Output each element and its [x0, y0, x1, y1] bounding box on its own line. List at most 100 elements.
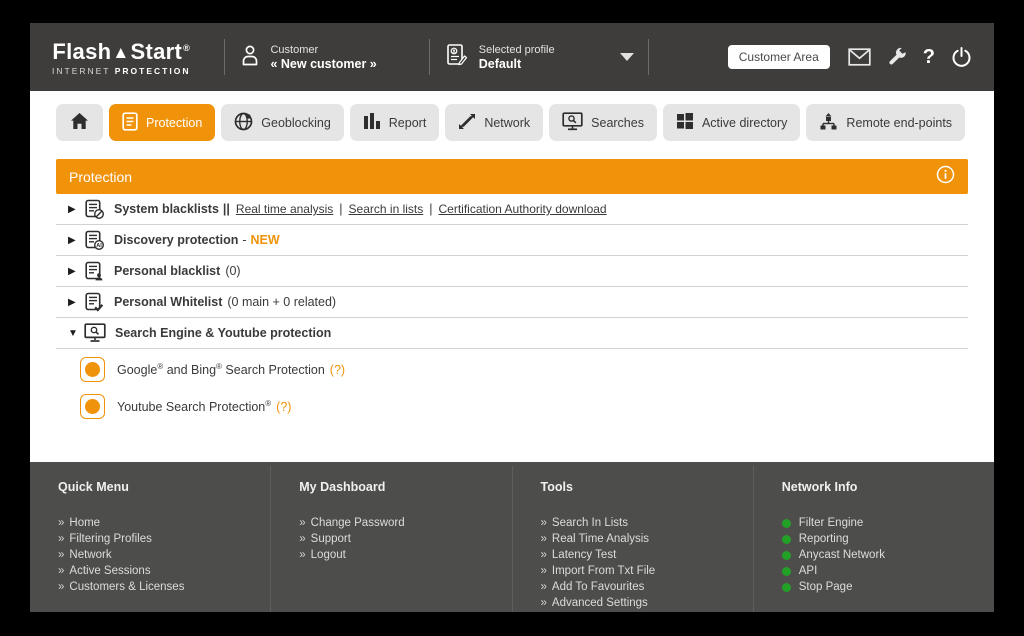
child-label: Youtube Search Protection®(?)	[117, 399, 291, 414]
brand-mark-icon: ▲	[112, 43, 129, 63]
panel-title: Protection	[69, 169, 132, 185]
expand-arrow-icon[interactable]: ▶	[68, 266, 82, 277]
footer-link-active-sessions[interactable]: »Active Sessions	[58, 563, 260, 579]
status-anycast-network: Anycast Network	[782, 547, 984, 563]
footer-my-dashboard: My Dashboard »Change Password »Support »…	[270, 466, 511, 612]
footer-link-customers-licenses[interactable]: »Customers & Licenses	[58, 579, 260, 595]
link-search-in-lists[interactable]: Search in lists	[349, 202, 424, 216]
tab-searches[interactable]: Searches	[549, 104, 657, 141]
status-reporting: Reporting	[782, 531, 984, 547]
footer-link-change-password[interactable]: »Change Password	[299, 515, 501, 531]
wrench-icon[interactable]	[887, 47, 907, 67]
status-ok-icon	[782, 583, 791, 592]
help-icon[interactable]: ?	[923, 47, 935, 67]
person-icon	[239, 43, 261, 72]
topbar: Flash▲Start® INTERNET PROTECTION Custome…	[30, 23, 994, 91]
customer-label: Customer	[270, 43, 376, 57]
footer-link-real-time-analysis[interactable]: »Real Time Analysis	[541, 531, 743, 547]
status-filter-engine: Filter Engine	[782, 515, 984, 531]
info-icon[interactable]	[936, 165, 955, 189]
blacklist-doc-icon	[84, 199, 105, 220]
status-ok-icon	[782, 535, 791, 544]
brand-left: Flash	[52, 39, 111, 65]
child-youtube-protection: Youtube Search Protection®(?)	[56, 390, 968, 423]
link-certification-authority-download[interactable]: Certification Authority download	[439, 202, 607, 216]
footer-column-title: My Dashboard	[299, 480, 501, 494]
tab-report[interactable]: Report	[350, 104, 440, 141]
footer-column-title: Quick Menu	[58, 480, 260, 494]
child-google-bing-protection: Google® and Bing® Search Protection(?)	[56, 353, 968, 386]
tab-label: Network	[484, 116, 530, 130]
svg-text:AI: AI	[96, 243, 102, 249]
row-discovery-protection: ▶ AI Discovery protection - NEW	[56, 225, 968, 256]
row-count: (0)	[225, 264, 240, 278]
expand-arrow-icon[interactable]: ▶	[68, 297, 82, 308]
customer-value[interactable]: « New customer »	[270, 57, 376, 72]
row-title: Discovery protection	[114, 233, 238, 247]
toggle-youtube[interactable]	[80, 394, 105, 419]
footer-link-network[interactable]: »Network	[58, 547, 260, 563]
row-title: System blacklists	[114, 202, 219, 216]
tab-label: Remote end-points	[846, 116, 952, 130]
personal-blacklist-doc-icon	[84, 261, 105, 282]
brand-logo: Flash▲Start® INTERNET PROTECTION	[52, 39, 190, 76]
footer-link-filtering-profiles[interactable]: »Filtering Profiles	[58, 531, 260, 547]
status-ok-icon	[782, 551, 791, 560]
footer-column-title: Tools	[541, 480, 743, 494]
footer: Quick Menu »Home »Filtering Profiles »Ne…	[30, 462, 994, 612]
row-system-blacklists: ▶ System blacklists || Real time analysi…	[56, 194, 968, 225]
app-window: Flash▲Start® INTERNET PROTECTION Custome…	[30, 23, 994, 612]
brand-tagline: INTERNET PROTECTION	[52, 66, 190, 76]
expand-arrow-icon[interactable]: ▶	[68, 204, 82, 215]
footer-link-import-from-txt[interactable]: »Import From Txt File	[541, 563, 743, 579]
expand-arrow-icon[interactable]: ▶	[68, 235, 82, 246]
child-label: Google® and Bing® Search Protection(?)	[117, 362, 345, 377]
row-count: (0 main + 0 related)	[227, 295, 336, 309]
footer-link-home[interactable]: »Home	[58, 515, 260, 531]
footer-quick-menu: Quick Menu »Home »Filtering Profiles »Ne…	[30, 466, 270, 612]
footer-link-advanced-settings[interactable]: »Advanced Settings	[541, 595, 743, 611]
divider	[429, 39, 430, 75]
discovery-doc-icon: AI	[84, 230, 105, 251]
brand-name: Flash▲Start®	[52, 39, 190, 65]
globe-icon	[234, 112, 253, 134]
whitelist-doc-icon	[84, 292, 105, 313]
collapse-arrow-icon[interactable]: ▼	[68, 328, 82, 339]
customer-area-button[interactable]: Customer Area	[728, 45, 830, 69]
bar-chart-icon	[363, 112, 381, 133]
tab-active-directory[interactable]: Active directory	[663, 104, 800, 141]
selected-profile-block[interactable]: Selected profile Default	[444, 42, 634, 73]
footer-tools: Tools »Search In Lists »Real Time Analys…	[512, 466, 753, 612]
status-ok-icon	[782, 567, 791, 576]
toggle-google-bing[interactable]	[80, 357, 105, 382]
footer-link-latency-test[interactable]: »Latency Test	[541, 547, 743, 563]
help-link[interactable]: (?)	[330, 363, 345, 377]
status-stop-page: Stop Page	[782, 579, 984, 595]
toggle-dot	[85, 362, 100, 377]
tab-network[interactable]: Network	[445, 104, 543, 141]
chevron-down-icon[interactable]	[620, 53, 634, 61]
tab-label: Searches	[591, 116, 644, 130]
divider	[648, 39, 649, 75]
selected-profile-label: Selected profile	[479, 43, 555, 57]
row-title: Personal blacklist	[114, 264, 220, 278]
footer-link-support[interactable]: »Support	[299, 531, 501, 547]
brand-registered-mark: ®	[183, 43, 190, 53]
tab-protection[interactable]: Protection	[109, 104, 215, 141]
help-link[interactable]: (?)	[276, 400, 291, 414]
link-real-time-analysis[interactable]: Real time analysis	[236, 202, 333, 216]
tab-label: Report	[389, 116, 427, 130]
tab-label: Active directory	[702, 116, 787, 130]
tab-remote-end-points[interactable]: Remote end-points	[806, 104, 965, 141]
tab-home[interactable]	[56, 104, 103, 141]
tab-geoblocking[interactable]: Geoblocking	[221, 104, 344, 141]
footer-link-search-in-lists[interactable]: »Search In Lists	[541, 515, 743, 531]
status-api: API	[782, 563, 984, 579]
mail-icon[interactable]	[848, 48, 871, 66]
footer-link-logout[interactable]: »Logout	[299, 547, 501, 563]
tab-label: Geoblocking	[261, 116, 331, 130]
home-icon	[70, 112, 89, 133]
footer-link-add-to-favourites[interactable]: »Add To Favourites	[541, 579, 743, 595]
footer-column-title: Network Info	[782, 480, 984, 494]
power-icon[interactable]	[951, 47, 972, 68]
